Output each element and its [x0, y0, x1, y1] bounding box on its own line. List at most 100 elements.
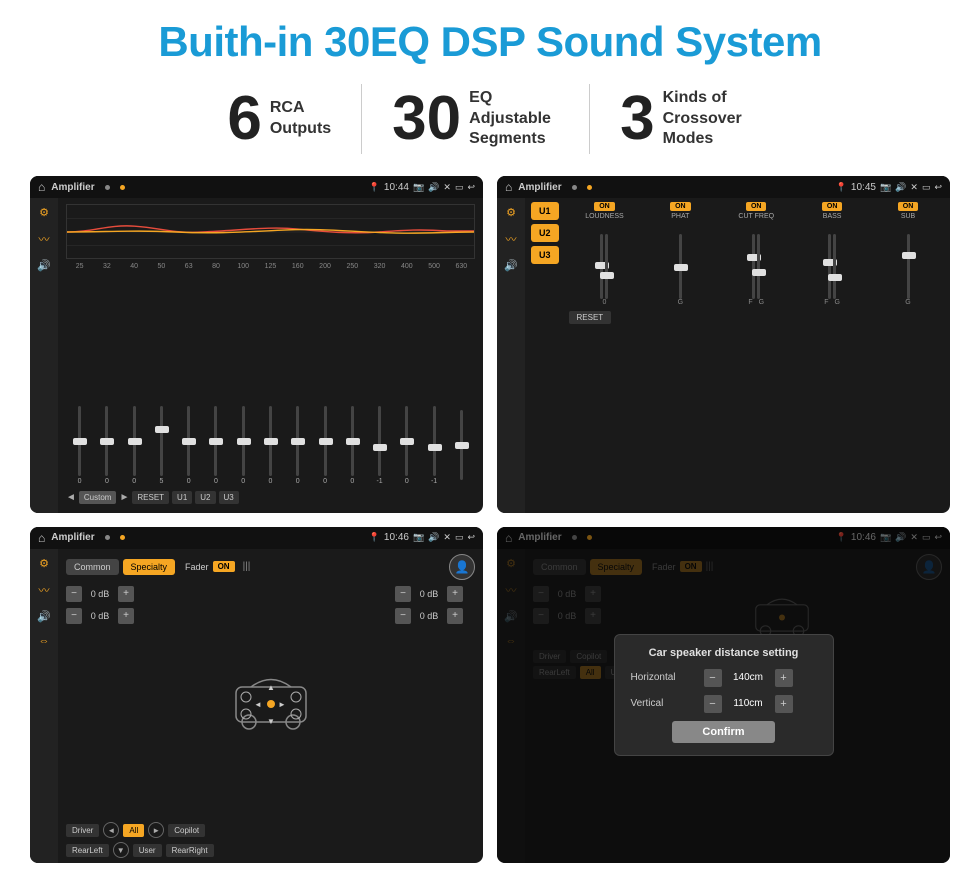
reset-btn-eq[interactable]: RESET	[132, 491, 169, 504]
vertical-plus[interactable]: +	[775, 695, 793, 713]
bass-col: ON BASS FG	[807, 202, 857, 306]
eq-slider-10[interactable]: 0	[339, 406, 366, 486]
eq-slider-6[interactable]: 0	[230, 406, 257, 486]
freq-25: 25	[66, 263, 93, 270]
bass-slider-2[interactable]	[833, 234, 836, 299]
home-icon-3[interactable]: ⌂	[38, 531, 45, 545]
right-arrow-circle[interactable]: ►	[148, 822, 164, 838]
cutfreq-col: ON CUT FREQ FG	[731, 202, 781, 306]
phat-slider-1[interactable]	[679, 234, 682, 299]
status-left-2: ⌂ Amplifier	[505, 180, 592, 194]
db-value-2: 0 dB	[85, 611, 115, 621]
dialog-box: Car speaker distance setting Horizontal …	[614, 634, 834, 756]
copilot-btn[interactable]: Copilot	[168, 824, 205, 837]
u2-btn[interactable]: U2	[531, 224, 559, 242]
fader-main: Common Specialty Fader ON ||| 👤 − 0 dB +	[58, 549, 483, 864]
back-icon-2[interactable]: ↩	[934, 182, 942, 193]
eq-slider-12[interactable]: 0	[393, 406, 420, 486]
eq-slider-5[interactable]: 0	[202, 406, 229, 486]
u2-btn-eq[interactable]: U2	[195, 491, 215, 504]
eq-slider-0[interactable]: 0	[66, 406, 93, 486]
time-2: 10:45	[851, 182, 876, 193]
x-icon-1: ✕	[443, 182, 451, 193]
vol-icon-2: 🔊	[895, 182, 906, 193]
dialog-row-horizontal: Horizontal − 140cm +	[631, 669, 817, 687]
camera-icon-3: 📷	[413, 532, 424, 543]
confirm-button[interactable]: Confirm	[672, 721, 774, 743]
u3-btn-eq[interactable]: U3	[219, 491, 239, 504]
db-minus-4[interactable]: −	[395, 608, 411, 624]
eq-slider-14[interactable]	[448, 406, 475, 486]
bass-slider-1[interactable]	[828, 234, 831, 299]
prev-preset-btn[interactable]: ◄	[66, 492, 76, 503]
feature-eq-text: EQ AdjustableSegments	[469, 88, 559, 150]
app-title-3: Amplifier	[51, 532, 94, 543]
vertical-minus[interactable]: −	[704, 695, 722, 713]
home-icon-2[interactable]: ⌂	[505, 180, 512, 194]
eq-slider-13[interactable]: -1	[420, 406, 447, 486]
car-diagram-svg: ▲ ▼ ◄ ►	[221, 662, 321, 742]
main-title: Buith-in 30EQ DSP Sound System	[158, 18, 821, 66]
arrows-icon-3[interactable]: ⇔	[39, 635, 50, 647]
common-tab[interactable]: Common	[66, 559, 119, 575]
rear-right-btn[interactable]: RearRight	[166, 844, 214, 857]
u3-btn[interactable]: U3	[531, 246, 559, 264]
vol-sidebar-icon[interactable]: 🔊	[37, 259, 51, 272]
all-btn[interactable]: All	[123, 824, 144, 837]
time-1: 10:44	[384, 182, 409, 193]
back-icon-3[interactable]: ↩	[467, 532, 475, 543]
db-minus-2[interactable]: −	[66, 608, 82, 624]
db-minus-3[interactable]: −	[395, 586, 411, 602]
fader-center: ▲ ▼ ◄ ►	[154, 586, 387, 819]
driver-btn[interactable]: Driver	[66, 824, 99, 837]
eq-slider-3[interactable]: 5	[148, 406, 175, 486]
u1-btn[interactable]: U1	[531, 202, 559, 220]
user-btn[interactable]: User	[133, 844, 162, 857]
specialty-tab[interactable]: Specialty	[123, 559, 176, 575]
eq-slider-2[interactable]: 0	[121, 406, 148, 486]
u1-btn-eq[interactable]: U1	[172, 491, 192, 504]
db-plus-1[interactable]: +	[118, 586, 134, 602]
cutfreq-slider-1[interactable]	[752, 234, 755, 299]
wave-icon-2[interactable]: 〰	[506, 231, 517, 247]
wave-icon-3[interactable]: 〰	[39, 582, 50, 598]
status-bar-3: ⌂ Amplifier 📍 10:46 📷 🔊 ✕ ▭ ↩	[30, 527, 483, 549]
eq-slider-7[interactable]: 0	[257, 406, 284, 486]
page-container: Buith-in 30EQ DSP Sound System 6 RCAOutp…	[0, 0, 980, 881]
horizontal-minus[interactable]: −	[704, 669, 722, 687]
fader-bars-icon: |||	[243, 561, 251, 572]
db-plus-4[interactable]: +	[447, 608, 463, 624]
features-row: 6 RCAOutputs 30 EQ AdjustableSegments 3 …	[30, 84, 950, 154]
down-arrow-circle[interactable]: ▼	[113, 842, 129, 858]
cutfreq-slider-2[interactable]	[757, 234, 760, 299]
vol-sidebar-icon-2[interactable]: 🔊	[504, 259, 518, 272]
eq-slider-11[interactable]: -1	[366, 406, 393, 486]
next-preset-btn[interactable]: ►	[119, 492, 129, 503]
db-plus-2[interactable]: +	[118, 608, 134, 624]
person-icon-3[interactable]: 👤	[449, 554, 475, 580]
wave-icon[interactable]: 〰	[39, 231, 50, 247]
camera-icon-2: 📷	[880, 182, 891, 193]
db-plus-3[interactable]: +	[447, 586, 463, 602]
db-value-1: 0 dB	[85, 589, 115, 599]
loudness-slider-1[interactable]	[600, 234, 603, 299]
eq-filter-icon-2[interactable]: ⚙	[506, 206, 516, 219]
loudness-slider-2[interactable]	[605, 234, 608, 299]
eq-slider-1[interactable]: 0	[93, 406, 120, 486]
eq-slider-8[interactable]: 0	[284, 406, 311, 486]
vol-sidebar-icon-3[interactable]: 🔊	[37, 610, 51, 623]
rear-left-btn[interactable]: RearLeft	[66, 844, 109, 857]
back-icon-1[interactable]: ↩	[467, 182, 475, 193]
eq-slider-4[interactable]: 0	[175, 406, 202, 486]
horizontal-plus[interactable]: +	[775, 669, 793, 687]
eq-filter-icon[interactable]: ⚙	[39, 206, 49, 219]
freq-200: 200	[311, 263, 338, 270]
home-icon-1[interactable]: ⌂	[38, 180, 45, 194]
eq-slider-9[interactable]: 0	[311, 406, 338, 486]
custom-btn[interactable]: Custom	[79, 491, 117, 504]
eq-filter-icon-3[interactable]: ⚙	[39, 557, 49, 570]
left-arrow-circle[interactable]: ◄	[103, 822, 119, 838]
sub-slider-1[interactable]	[907, 234, 910, 299]
db-minus-1[interactable]: −	[66, 586, 82, 602]
reset-btn-crossover[interactable]: RESET	[569, 311, 612, 324]
